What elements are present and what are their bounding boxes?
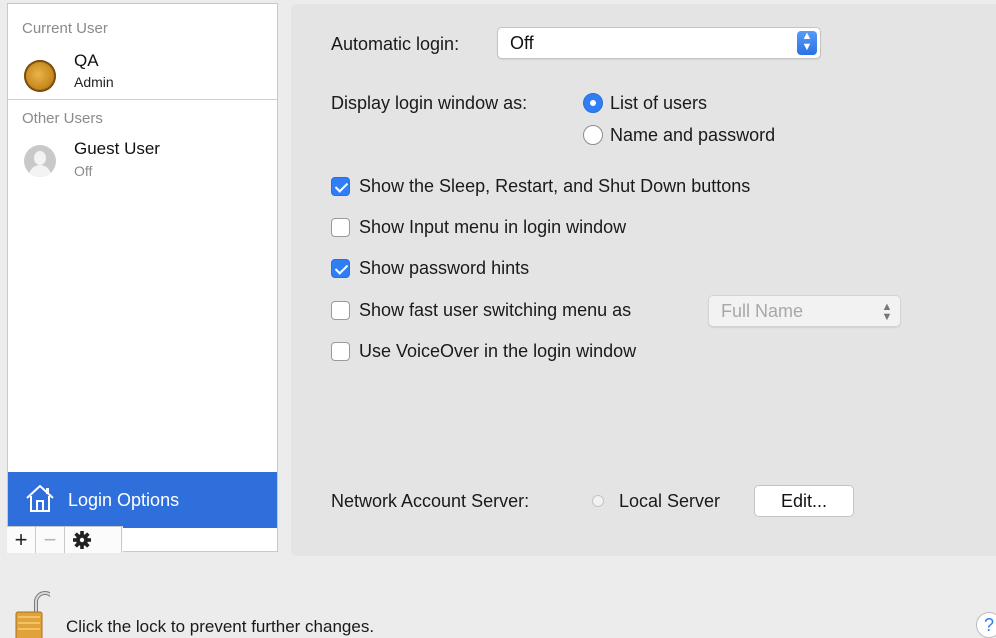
checkbox-label: Show fast user switching menu as <box>359 300 632 320</box>
popup-arrows-icon: ▲ ▼ <box>881 301 893 323</box>
network-server-value: Local Server <box>619 491 721 511</box>
users-sidebar: Current User QA Admin Other Users Guest … <box>7 3 278 552</box>
user-row-guest[interactable]: Guest User Off <box>8 139 277 199</box>
user-name: Guest User <box>74 139 160 158</box>
avatar <box>24 60 56 92</box>
user-role: Admin <box>74 74 114 90</box>
checkbox-fast-user-switching[interactable] <box>331 301 350 320</box>
fast-switch-popup[interactable]: Full Name ▲ ▼ <box>708 295 901 327</box>
guest-avatar-icon <box>24 145 56 177</box>
login-options-label: Login Options <box>68 490 180 510</box>
checkbox-input-menu[interactable] <box>331 218 350 237</box>
lock-status-text: Click the lock to prevent further change… <box>66 617 375 636</box>
lock-icon[interactable] <box>14 588 50 638</box>
user-status: Off <box>74 163 93 179</box>
fast-switch-value: Full Name <box>721 301 804 321</box>
checkbox-sleep-restart-shutdown[interactable] <box>331 177 350 196</box>
action-menu-button[interactable] <box>65 527 122 553</box>
add-user-button[interactable]: + <box>7 527 36 553</box>
remove-user-button[interactable]: − <box>36 527 65 553</box>
divider <box>8 99 277 100</box>
other-users-header: Other Users <box>22 110 103 127</box>
checkbox-password-hints[interactable] <box>331 259 350 278</box>
gear-icon <box>73 531 91 549</box>
login-options-panel <box>291 4 996 556</box>
sidebar-toolbar: + − <box>7 526 123 553</box>
network-server-label: Network Account Server: <box>331 491 530 511</box>
checkbox-label: Show password hints <box>359 258 530 278</box>
house-icon <box>26 485 54 512</box>
edit-button[interactable]: Edit... <box>754 485 854 517</box>
checkbox-voiceover[interactable] <box>331 342 350 361</box>
radio-list-of-users-label: List of users <box>610 93 708 113</box>
radio-name-and-password[interactable] <box>583 125 603 145</box>
checkbox-label: Show Input menu in login window <box>359 217 627 237</box>
checkbox-label: Use VoiceOver in the login window <box>359 341 637 361</box>
help-button[interactable]: ? <box>976 612 996 638</box>
radio-name-and-password-label: Name and password <box>610 125 776 145</box>
automatic-login-popup[interactable]: Off ▲ ▼ <box>497 27 821 59</box>
current-user-header: Current User <box>22 20 108 37</box>
display-login-label: Display login window as: <box>331 93 528 113</box>
network-server-indicator-icon <box>592 495 604 507</box>
radio-list-of-users[interactable] <box>583 93 603 113</box>
automatic-login-label: Automatic login: <box>331 34 460 54</box>
automatic-login-value: Off <box>510 33 534 53</box>
popup-arrows-icon: ▲ ▼ <box>797 31 817 55</box>
checkbox-label: Show the Sleep, Restart, and Shut Down b… <box>359 176 751 196</box>
login-options-item[interactable]: Login Options <box>8 472 277 528</box>
user-name: QA <box>74 51 99 70</box>
